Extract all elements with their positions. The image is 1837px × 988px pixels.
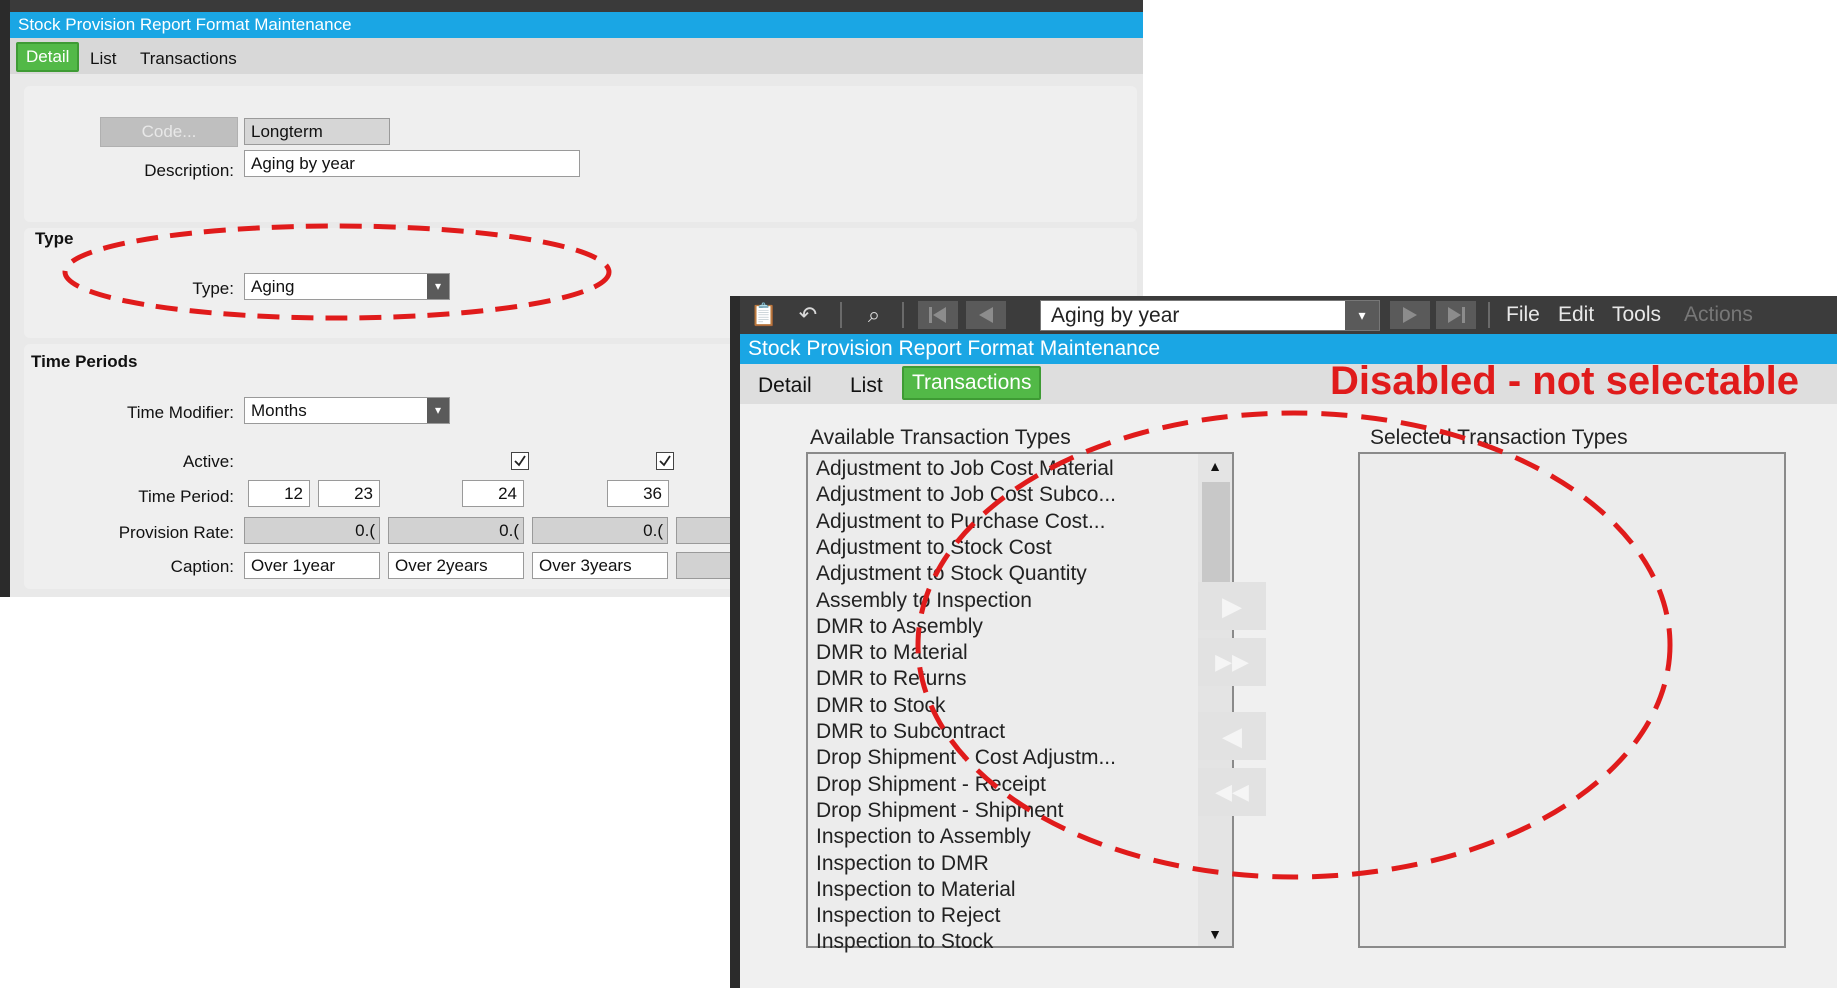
menu-file[interactable]: File — [1506, 300, 1540, 330]
list-item[interactable]: DMR to Returns — [816, 666, 967, 692]
list-item[interactable]: Inspection to Stock — [816, 929, 993, 955]
window-title: Stock Provision Report Format Maintenanc… — [10, 12, 1143, 38]
code-field: Longterm — [244, 118, 390, 145]
list-item[interactable]: Drop Shipment - Shipment — [816, 798, 1063, 824]
chevron-down-icon[interactable]: ▾ — [1345, 301, 1379, 330]
list-item[interactable]: Inspection to Material — [816, 877, 1016, 903]
list-item[interactable]: Adjustment to Job Cost Material — [816, 456, 1114, 482]
list-item[interactable]: DMR to Stock — [816, 693, 946, 719]
time-modifier-value: Months — [251, 401, 307, 420]
tab-list[interactable]: List — [90, 46, 116, 72]
header-panel — [24, 86, 1137, 222]
chevron-down-icon[interactable]: ▾ — [427, 398, 449, 423]
tab-detail[interactable]: Detail — [758, 370, 812, 402]
caption-label: Caption: — [170, 557, 234, 576]
time-modifier-select[interactable]: Months ▾ — [244, 397, 450, 424]
tab-detail[interactable]: Detail — [16, 42, 80, 72]
add-selected-button[interactable]: ▶ — [1198, 582, 1266, 630]
description-label: Description: — [144, 161, 234, 180]
binoculars-icon[interactable]: ⌕ — [858, 300, 890, 330]
toolbar-separator — [840, 302, 842, 328]
active-checkbox-2[interactable] — [656, 452, 674, 470]
record-selector[interactable]: Aging by year ▾ — [1040, 300, 1380, 331]
scrollbar[interactable]: ▲ ▼ — [1198, 454, 1232, 946]
scroll-up-icon[interactable]: ▲ — [1198, 454, 1232, 478]
available-types-list[interactable]: Adjustment to Job Cost Material Adjustmen… — [806, 452, 1234, 953]
menu-tools[interactable]: Tools — [1612, 300, 1661, 330]
caption-input-1[interactable]: Over 1year — [244, 552, 380, 579]
next-record-icon[interactable] — [1390, 301, 1430, 329]
list-item[interactable]: Adjustment to Stock Cost — [816, 535, 1052, 561]
previous-record-icon[interactable] — [966, 301, 1006, 329]
tab-list[interactable]: List — [850, 370, 883, 402]
selected-types-list[interactable] — [1358, 452, 1786, 948]
time-modifier-label: Time Modifier: — [126, 403, 234, 422]
menu-actions[interactable]: Actions — [1684, 300, 1753, 330]
chevron-down-icon[interactable]: ▾ — [427, 274, 449, 299]
provision-rate-label: Provision Rate: — [118, 523, 234, 542]
list-item[interactable]: Inspection to Reject — [816, 903, 1000, 929]
available-types-heading: Available Transaction Types — [810, 426, 1071, 449]
menu-edit[interactable]: Edit — [1558, 300, 1594, 330]
time-periods-heading: Time Periods — [31, 352, 138, 371]
first-record-icon[interactable] — [918, 301, 958, 329]
provision-rate-3: 0.( — [532, 517, 668, 544]
remove-selected-button[interactable]: ◀ — [1198, 712, 1266, 760]
type-section-heading: Type — [35, 229, 74, 248]
list-item[interactable]: Drop Shipment - Cost Adjustm... — [816, 745, 1116, 771]
remove-all-button[interactable]: ◀◀ — [1198, 768, 1266, 816]
code-button[interactable]: Code... — [100, 117, 238, 147]
toolbar-separator — [902, 302, 904, 328]
time-period-from-1[interactable]: 12 — [248, 480, 310, 507]
type-select-value: Aging — [251, 277, 295, 296]
list-item[interactable]: Adjustment to Job Cost Subco... — [816, 482, 1116, 508]
active-label: Active: — [182, 452, 234, 471]
type-label: Type: — [192, 279, 234, 298]
caption-input-2[interactable]: Over 2years — [388, 552, 524, 579]
list-item[interactable]: DMR to Subcontract — [816, 719, 1005, 745]
provision-rate-2: 0.( — [388, 517, 524, 544]
record-selector-value: Aging by year — [1051, 304, 1180, 327]
list-item[interactable]: DMR to Assembly — [816, 614, 983, 640]
scroll-down-icon[interactable]: ▼ — [1198, 922, 1232, 946]
list-item[interactable]: Inspection to Assembly — [816, 824, 1031, 850]
description-input[interactable]: Aging by year — [244, 150, 580, 177]
window-toolbar — [10, 0, 1143, 12]
undo-icon[interactable]: ↶ — [792, 300, 824, 330]
list-item[interactable]: Drop Shipment - Receipt — [816, 772, 1046, 798]
list-item[interactable]: DMR to Material — [816, 640, 968, 666]
last-record-icon[interactable] — [1436, 301, 1476, 329]
add-all-button[interactable]: ▶▶ — [1198, 638, 1266, 686]
time-period-to-2[interactable]: 24 — [462, 480, 524, 507]
transactions-panel: Available Transaction Types Selected Tra… — [758, 412, 1837, 988]
list-item[interactable]: Adjustment to Stock Quantity — [816, 561, 1087, 587]
clipboard-icon[interactable]: 📋 — [748, 300, 780, 330]
type-select[interactable]: Aging ▾ — [244, 273, 450, 300]
caption-input-3[interactable]: Over 3years — [532, 552, 668, 579]
time-period-to-3[interactable]: 36 — [607, 480, 669, 507]
list-item[interactable]: Inspection to DMR — [816, 851, 989, 877]
tab-bar: Detail List Transactions — [10, 38, 1143, 74]
tab-transactions[interactable]: Transactions — [902, 366, 1042, 400]
list-item[interactable]: Adjustment to Purchase Cost... — [816, 509, 1105, 535]
toolbar-separator — [1488, 302, 1490, 328]
window-toolbar: 📋 ↶ ⌕ Aging by year ▾ File Edit Tools Ac… — [740, 296, 1837, 334]
time-period-to-1[interactable]: 23 — [318, 480, 380, 507]
disabled-annotation: Disabled - not selectable — [1330, 359, 1800, 403]
selected-types-heading: Selected Transaction Types — [1370, 426, 1628, 449]
tab-transactions[interactable]: Transactions — [140, 46, 237, 72]
active-checkbox-1[interactable] — [511, 452, 529, 470]
list-item[interactable]: Assembly to Inspection — [816, 588, 1032, 614]
provision-rate-1: 0.( — [244, 517, 380, 544]
time-period-label: Time Period: — [138, 487, 234, 506]
